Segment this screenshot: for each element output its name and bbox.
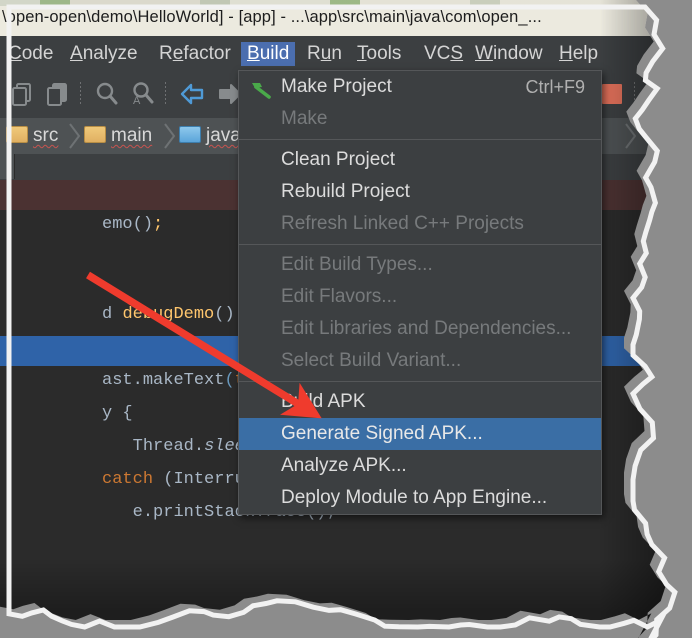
menu-item-deploy-module-to-app-engine[interactable]: Deploy Module to App Engine... xyxy=(239,482,601,514)
folder-icon xyxy=(6,126,28,143)
toolbar-separator xyxy=(80,82,81,106)
paste-icon[interactable] xyxy=(43,80,73,108)
breadcrumb-chevron-icon-3 xyxy=(624,122,638,150)
breadcrumb-chevron-icon xyxy=(68,122,82,150)
menu-item-make-project[interactable]: Make Project Ctrl+F9 xyxy=(239,71,601,103)
menu-item-label: Edit Libraries and Dependencies... xyxy=(281,318,572,339)
window-title: \open-open\demo\HelloWorld] - [app] - ..… xyxy=(2,8,542,26)
folder-icon xyxy=(84,126,106,143)
toolbar-separator-3 xyxy=(634,82,635,106)
stop-icon[interactable] xyxy=(598,80,628,108)
breadcrumb-label: src xyxy=(33,125,59,146)
editor-tab-edge xyxy=(0,154,15,179)
menu-item-refresh-linked-cpp-projects: Refresh Linked C++ Projects xyxy=(239,208,601,240)
menu-item-generate-signed-apk[interactable]: Generate Signed APK... xyxy=(239,418,601,450)
menu-bar-item-code[interactable]: Code xyxy=(2,42,59,66)
hammer-icon xyxy=(250,78,272,99)
menu-item-label: Select Build Variant... xyxy=(281,350,462,371)
menu-bar-item-build[interactable]: Build xyxy=(241,42,296,66)
svg-text:A: A xyxy=(133,95,141,107)
breadcrumb-item-src[interactable]: src xyxy=(6,124,58,148)
breadcrumb-label: java xyxy=(206,125,241,146)
menu-bar[interactable]: Code Analyze Refactor Build Run Tools VC… xyxy=(0,36,692,70)
breadcrumb-chevron-icon-2 xyxy=(163,122,177,150)
page-background: \open-open\demo\HelloWorld] - [app] - ..… xyxy=(0,0,692,638)
breadcrumb-label: main xyxy=(111,125,153,146)
search-structurally-icon[interactable]: A xyxy=(127,80,157,108)
menu-bar-item-run[interactable]: Run xyxy=(301,42,348,66)
menu-item-label: Make xyxy=(281,108,328,129)
menu-item-clean-project[interactable]: Clean Project xyxy=(239,144,601,176)
back-arrow-icon[interactable] xyxy=(178,80,208,108)
editor-marker-gutter[interactable] xyxy=(677,180,692,638)
menu-item-label: Build APK xyxy=(281,391,366,412)
menu-bar-item-window[interactable]: Window xyxy=(469,42,549,66)
screenshot-wrapper: \open-open\demo\HelloWorld] - [app] - ..… xyxy=(0,0,692,638)
gutter-marker[interactable] xyxy=(678,240,692,262)
menu-item-label: Clean Project xyxy=(281,149,396,170)
menu-item-label: Edit Flavors... xyxy=(281,286,398,307)
toolbar-separator-2 xyxy=(165,82,166,106)
title-bar-top-strip xyxy=(0,0,692,6)
menu-item-edit-flavors: Edit Flavors... xyxy=(239,281,601,313)
menu-item-label: Edit Build Types... xyxy=(281,254,433,275)
menu-bar-item-analyze[interactable]: Analyze xyxy=(64,42,144,66)
menu-bar-item-help[interactable]: Help xyxy=(553,42,604,66)
menu-item-select-build-variant: Select Build Variant... xyxy=(239,345,601,377)
breadcrumb-item-java[interactable]: java xyxy=(179,124,241,148)
menu-separator-2 xyxy=(239,244,601,245)
search-icon[interactable] xyxy=(92,80,122,108)
gutter-marker[interactable] xyxy=(678,194,692,216)
window-title-bar: \open-open\demo\HelloWorld] - [app] - ..… xyxy=(0,0,692,36)
breadcrumb-item-main[interactable]: main xyxy=(84,124,152,148)
menu-item-label: Make Project xyxy=(281,76,392,97)
class-badge-icon[interactable]: C xyxy=(645,124,669,148)
menu-item-analyze-apk[interactable]: Analyze APK... xyxy=(239,450,601,482)
build-menu-dropdown[interactable]: Make Project Ctrl+F9 Make Clean Project … xyxy=(238,70,602,515)
menu-item-label: Generate Signed APK... xyxy=(281,423,483,444)
menu-bar-item-tools[interactable]: Tools xyxy=(351,42,407,66)
menu-item-edit-libraries-and-dependencies: Edit Libraries and Dependencies... xyxy=(239,313,601,345)
copy-icon[interactable] xyxy=(8,80,38,108)
menu-item-label: Rebuild Project xyxy=(281,181,410,202)
folder-icon xyxy=(179,126,201,143)
menu-item-label: Analyze APK... xyxy=(281,455,407,476)
menu-separator-3 xyxy=(239,381,601,382)
menu-item-rebuild-project[interactable]: Rebuild Project xyxy=(239,176,601,208)
menu-item-make: Make xyxy=(239,103,601,135)
menu-item-accelerator: Ctrl+F9 xyxy=(525,77,585,97)
menu-item-label: Deploy Module to App Engine... xyxy=(281,487,548,508)
menu-item-edit-build-types: Edit Build Types... xyxy=(239,249,601,281)
menu-item-label: Refresh Linked C++ Projects xyxy=(281,213,524,234)
menu-separator xyxy=(239,139,601,140)
avd-manager-icon[interactable] xyxy=(646,80,676,108)
menu-bar-item-refactor[interactable]: Refactor xyxy=(153,42,237,66)
torn-screenshot: \open-open\demo\HelloWorld] - [app] - ..… xyxy=(0,0,692,638)
menu-item-build-apk[interactable]: Build APK xyxy=(239,386,601,418)
menu-bar-item-vcs[interactable]: VCS xyxy=(418,42,469,66)
